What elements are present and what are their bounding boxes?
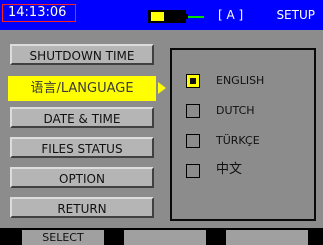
checkbox-chinese[interactable] xyxy=(186,164,200,178)
softkey-2[interactable] xyxy=(124,230,206,245)
selection-arrow-icon xyxy=(158,82,166,94)
menu-item-shutdown-time[interactable]: SHUTDOWN TIME xyxy=(10,44,154,65)
checkbox-turkce[interactable] xyxy=(186,134,200,148)
menu-item-date-time[interactable]: DATE & TIME xyxy=(10,107,154,128)
menu-item-files-status[interactable]: FILES STATUS xyxy=(10,137,154,158)
language-panel: ENGLISH DUTCH TÜRKÇE 中文 xyxy=(170,48,316,221)
menu-item-return[interactable]: RETURN xyxy=(10,197,154,218)
language-label: TÜRKÇE xyxy=(216,134,260,147)
softkey-select[interactable]: SELECT xyxy=(22,230,104,245)
menu-item-option[interactable]: OPTION xyxy=(10,167,154,188)
charging-indicator xyxy=(188,16,204,18)
setup-screen: 14:13:06 [ A ] SETUP SHUTDOWN TIME 语言/LA… xyxy=(0,0,323,245)
checkbox-dutch[interactable] xyxy=(186,104,200,118)
menu-item-language[interactable]: 语言/LANGUAGE xyxy=(8,76,156,101)
screen-title: SETUP xyxy=(276,8,315,22)
status-bar: 14:13:06 [ A ] SETUP xyxy=(0,0,323,30)
battery-icon xyxy=(148,10,188,23)
checkbox-english[interactable] xyxy=(186,74,200,88)
clock-display: 14:13:06 xyxy=(2,4,76,22)
language-label: ENGLISH xyxy=(216,74,265,87)
language-label: DUTCH xyxy=(216,104,255,117)
language-label: 中文 xyxy=(216,162,243,177)
softkey-bar: SELECT xyxy=(0,228,323,245)
mode-indicator: [ A ] xyxy=(218,8,244,22)
battery-level-fill xyxy=(151,12,164,21)
softkey-3[interactable] xyxy=(226,230,308,245)
